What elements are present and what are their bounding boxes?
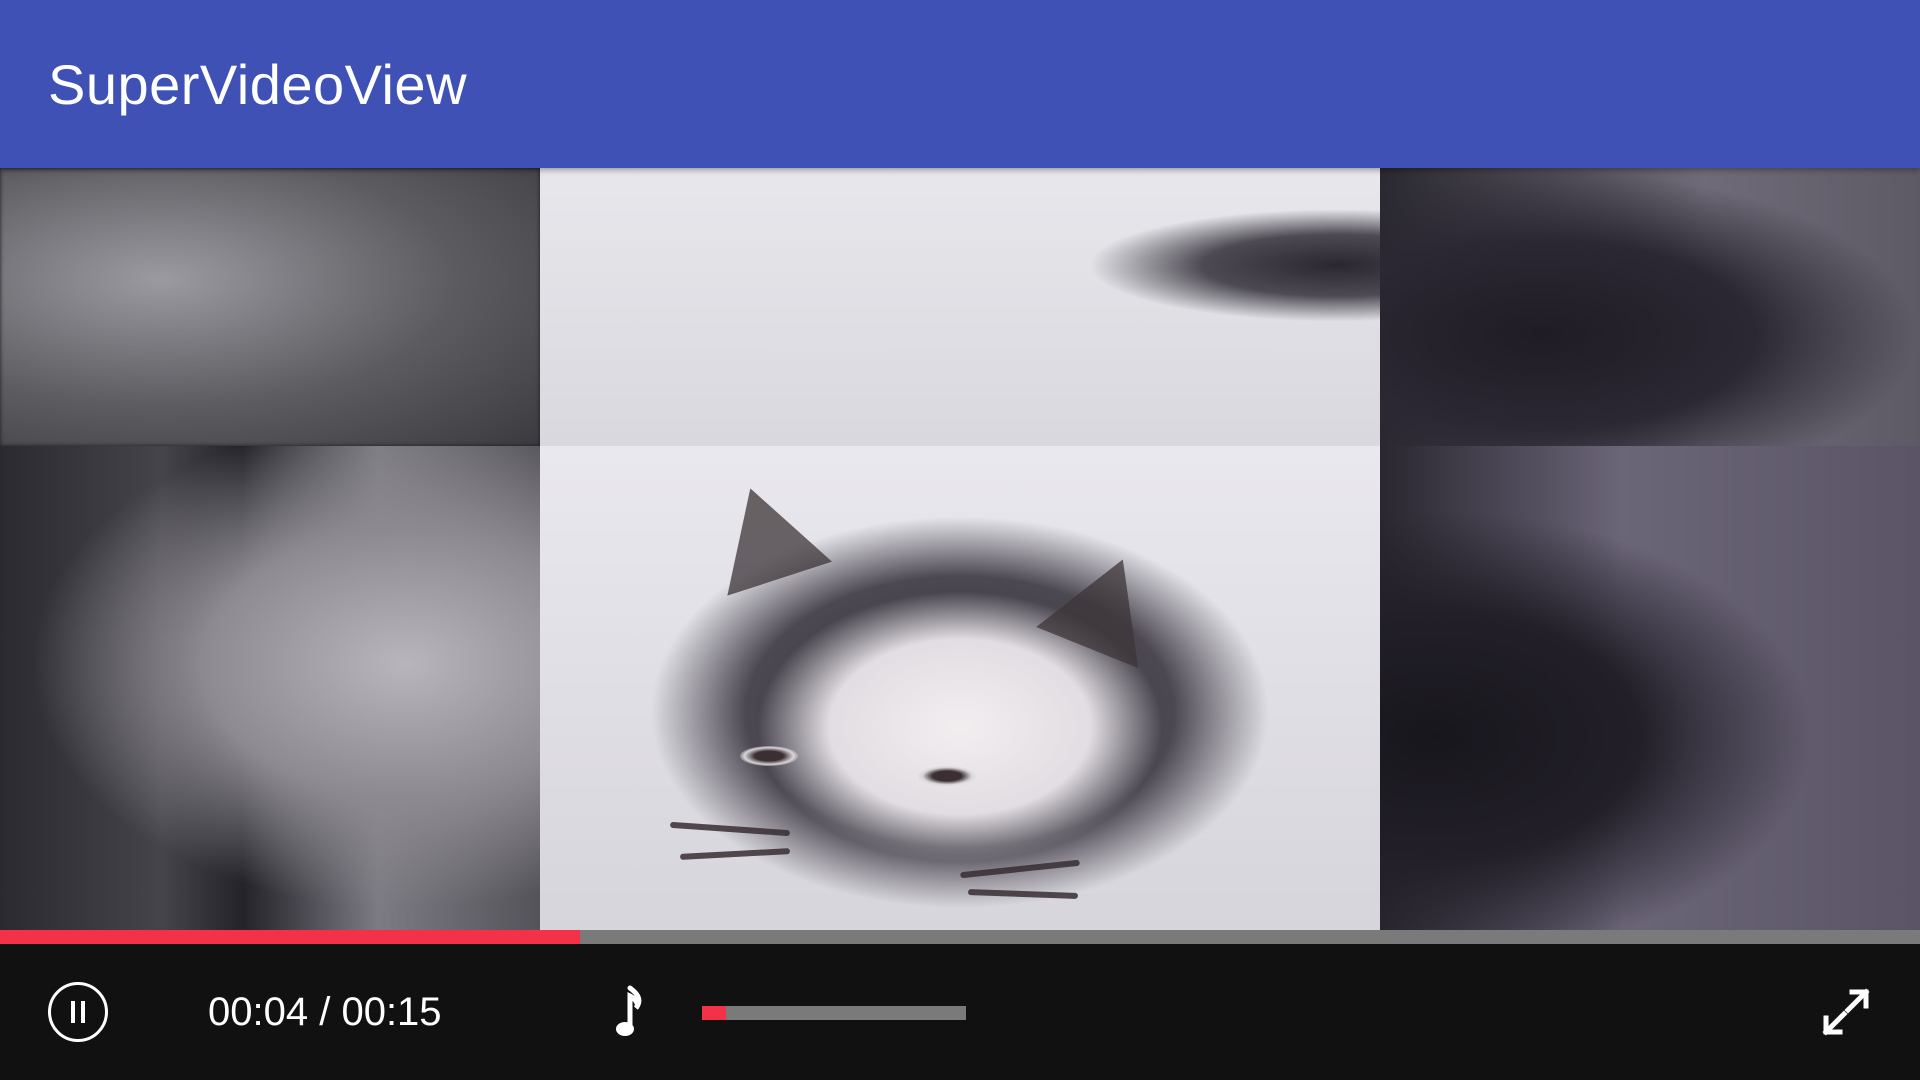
whisker-left-1 <box>669 821 791 837</box>
time-separator: / <box>308 990 342 1034</box>
video-frame-right-bottom <box>1380 446 1920 930</box>
whisker-right-1 <box>960 859 1080 879</box>
volume-slider-fill <box>702 1006 726 1020</box>
total-duration: 00:15 <box>341 990 442 1034</box>
fullscreen-expand-icon[interactable] <box>1818 984 1874 1040</box>
playback-progress-fill <box>0 930 580 944</box>
cat-ear-left <box>698 471 832 596</box>
pause-icon <box>68 1001 88 1023</box>
video-frame-right-top <box>1380 168 1920 446</box>
cat-ear-right <box>1036 538 1174 669</box>
video-frame-left-top <box>0 168 540 446</box>
video-frame-center-bottom <box>540 446 1380 930</box>
video-surface[interactable] <box>0 168 1920 930</box>
whisker-left-2 <box>679 848 791 860</box>
time-display: 00:04 / 00:15 <box>208 988 442 1036</box>
face-eye-right <box>918 766 976 786</box>
app-bar: SuperVideoView <box>0 0 1920 168</box>
face-eye-left <box>740 746 798 766</box>
player-controls: 00:04 / 00:15 <box>0 944 1920 1080</box>
whisker-right-2 <box>967 889 1079 899</box>
pause-button[interactable] <box>48 982 108 1042</box>
playback-progress-bar[interactable] <box>0 930 1920 944</box>
volume-slider[interactable] <box>702 1006 966 1020</box>
video-frame-center-top <box>540 168 1380 446</box>
video-frame-left-bottom <box>0 446 540 930</box>
app-title: SuperVideoView <box>48 52 468 116</box>
app-root: SuperVideoView 00:04 / 00:15 <box>0 0 1920 1080</box>
current-time: 00:04 <box>208 990 309 1034</box>
music-note-icon[interactable] <box>612 984 652 1040</box>
